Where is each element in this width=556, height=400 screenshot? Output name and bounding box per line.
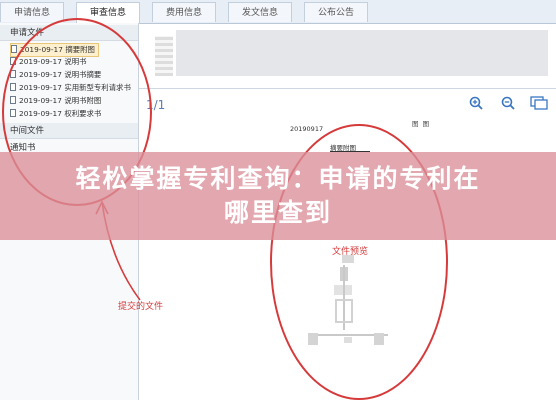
tab-dispatch-info[interactable]: 发文信息 (228, 2, 292, 22)
divider (139, 88, 556, 89)
document-icon (11, 45, 17, 53)
tab-fee-info[interactable]: 费用信息 (152, 2, 216, 22)
document-header-right: 图 图 (412, 120, 431, 128)
tab-publication[interactable]: 公布公告 (304, 2, 368, 22)
tab-application-info[interactable]: 申请信息 (0, 2, 64, 22)
fit-window-icon[interactable] (530, 96, 548, 110)
thumbnail-strip (155, 36, 173, 76)
document-date: 20190917 (290, 125, 324, 133)
annotation-submitted-files: 提交的文件 (118, 302, 164, 312)
document-thumbnail-area (176, 30, 548, 76)
zoom-in-icon[interactable] (469, 96, 483, 110)
zoom-out-icon[interactable] (501, 96, 515, 110)
title-banner: 轻松掌握专利查询：申请的专利在 哪里查到 (0, 152, 556, 240)
banner-line-2: 哪里查到 (223, 198, 332, 227)
annotation-file-preview: 文件预览 (332, 247, 369, 257)
banner-line-1: 轻松掌握专利查询：申请的专利在 (75, 164, 481, 193)
banner-title: 轻松掌握专利查询：申请的专利在 哪里查到 (0, 162, 556, 230)
